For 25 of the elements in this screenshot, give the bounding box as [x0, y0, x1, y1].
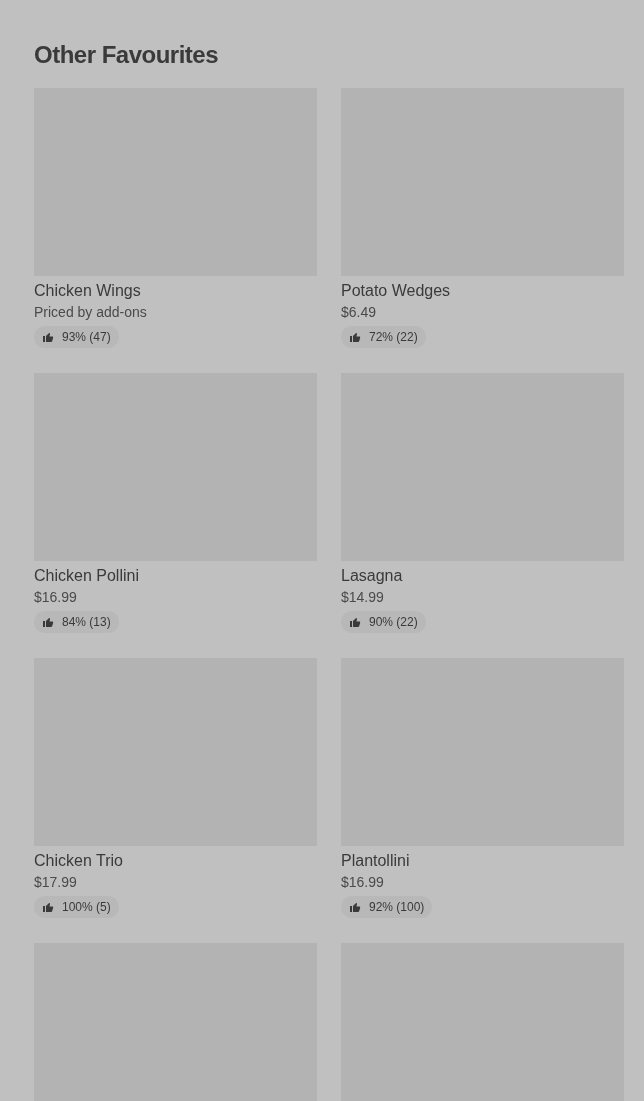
rating-text: 93% (47)	[62, 329, 111, 346]
thumbs-up-icon	[349, 331, 361, 343]
dish-price: Priced by add-ons	[34, 303, 148, 322]
dish-price: $16.99	[341, 873, 385, 892]
dish-name: Plantollini	[341, 851, 411, 871]
dish-price: $17.99	[34, 873, 78, 892]
thumbs-up-icon	[42, 331, 54, 343]
rating-text: 92% (100)	[369, 899, 425, 916]
section-title: Other Favourites	[34, 40, 220, 70]
rating-text: 100% (5)	[62, 899, 111, 916]
rating-text: 72% (22)	[369, 329, 418, 346]
dish-name: Chicken Pollini	[34, 566, 140, 586]
dish-price: $6.49	[341, 303, 378, 322]
thumbs-up-icon	[42, 901, 54, 913]
dish-name: Lasagna	[341, 566, 404, 586]
thumbs-up-icon	[349, 901, 361, 913]
dish-name: Chicken Wings	[34, 281, 142, 301]
dish-price: $16.99	[34, 588, 78, 607]
rating-text: 90% (22)	[369, 614, 418, 631]
dish-name: Chicken Trio	[34, 851, 124, 871]
rating-text: 84% (13)	[62, 614, 111, 631]
thumbs-up-icon	[349, 616, 361, 628]
dish-name: Potato Wedges	[341, 281, 452, 301]
dish-price: $14.99	[341, 588, 385, 607]
thumbs-up-icon	[42, 616, 54, 628]
